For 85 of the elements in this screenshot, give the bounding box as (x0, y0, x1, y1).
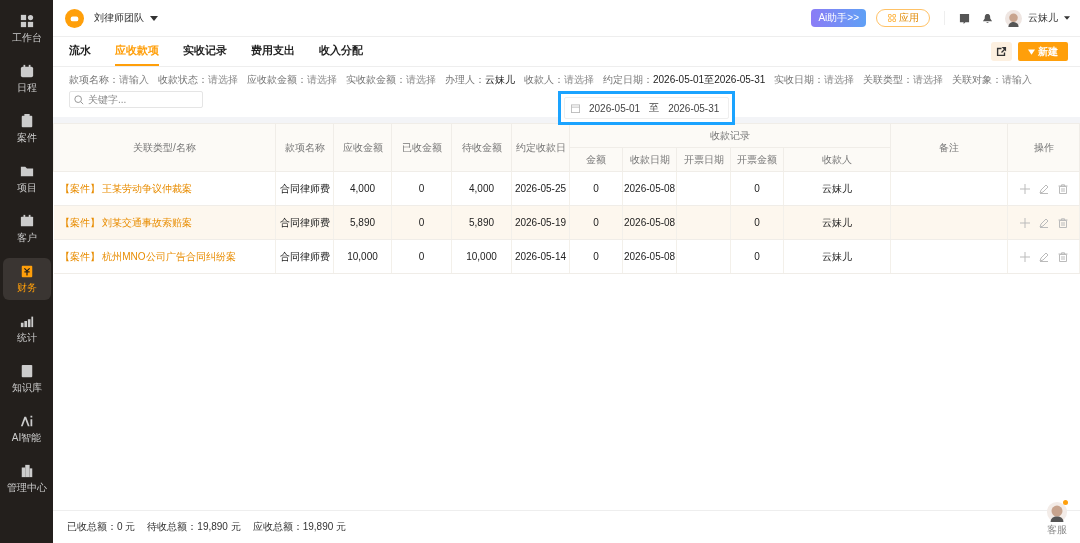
search-field[interactable]: 关键字... (69, 91, 203, 108)
table-cell: 2026-05-14 (511, 239, 570, 274)
user-menu[interactable]: 云妹儿 (1028, 11, 1058, 25)
table-cell: 4,000 (451, 171, 512, 206)
filter-value[interactable]: 云妹儿 (485, 73, 515, 87)
column-header: 待收金额 (451, 123, 512, 172)
table-cell: 2026-05-25 (511, 171, 570, 206)
filter-label: 款项名称： (69, 73, 119, 87)
filter-label: 应收款金额： (247, 73, 307, 87)
sidebar-item[interactable]: 客户 (2, 208, 51, 250)
table-cell: 10,000 (333, 239, 392, 274)
filter-label: 办理人： (445, 73, 485, 87)
sidebar-item[interactable]: 财务 (2, 258, 51, 300)
table-cell: 0 (391, 239, 452, 274)
filter-field[interactable]: 请选择 (406, 73, 436, 87)
filter-label: 约定日期： (603, 73, 653, 87)
column-header: 已收金额 (391, 123, 452, 172)
table-cell: 合同律师费 (275, 239, 334, 274)
table-cell: 5,890 (333, 205, 392, 240)
total-value: 19,890 元 (302, 520, 347, 534)
filter-field[interactable]: 请输入 (119, 73, 149, 87)
table-cell: 5,890 (451, 205, 512, 240)
total-label: 待收总额： (147, 520, 198, 534)
filter-field[interactable]: 请选择 (913, 73, 944, 87)
table-cell: 0 (730, 239, 784, 274)
filter-field[interactable]: 请选择 (208, 73, 238, 87)
table-cell: 合同律师费 (275, 205, 334, 240)
filter-label: 关联类型： (863, 73, 914, 87)
table-cell: 0 (569, 239, 623, 274)
sidebar-item[interactable]: 项目 (2, 158, 51, 200)
end-date: 2026-05-31 (668, 102, 720, 114)
sidebar-item[interactable]: 工作台 (2, 8, 51, 50)
table-cell: 云妹儿 (783, 171, 891, 206)
sidebar-item[interactable]: 日程 (2, 58, 51, 100)
table-cell: 4,000 (333, 171, 392, 206)
table-cell: 2026-05-08 (622, 205, 677, 240)
tab[interactable]: 流水 (69, 37, 91, 66)
total-value: 19,890 元 (197, 520, 241, 534)
tab[interactable]: 费用支出 (251, 37, 295, 66)
filter-field[interactable]: 请选择 (307, 73, 337, 87)
tab[interactable]: 收入分配 (319, 37, 363, 66)
team-selector[interactable]: 刘律师团队 (94, 11, 144, 25)
table-cell: 0 (569, 205, 623, 240)
table-cell: 0 (391, 171, 452, 206)
tab[interactable]: 实收记录 (183, 37, 227, 66)
table-cell: 云妹儿 (783, 205, 891, 240)
total-label: 应收总额： (252, 520, 303, 534)
table-cell: 2026-05-08 (622, 171, 677, 206)
filter-field[interactable]: 请选择 (824, 73, 855, 87)
column-header: 约定收款日 (511, 123, 570, 172)
sidebar-item[interactable]: AI智能 (2, 408, 51, 450)
column-group-header: 收款记录 (569, 123, 891, 148)
table-cell: 0 (730, 205, 784, 240)
filter-label: 收款状态： (158, 73, 208, 87)
filter-field[interactable]: 请选择 (564, 73, 594, 87)
sidebar-item[interactable]: 管理中心 (2, 458, 51, 500)
table-cell: 0 (569, 171, 623, 206)
range-separator: 至 (649, 101, 660, 115)
table-cell: 10,000 (451, 239, 512, 274)
sidebar-item[interactable]: 统计 (2, 308, 51, 350)
column-header: 应收金额 (333, 123, 392, 172)
total-value: 0 元 (117, 520, 136, 534)
table-cell: 云妹儿 (783, 239, 891, 274)
column-header: 款项名称 (275, 123, 334, 172)
sidebar-item[interactable]: 案件 (2, 108, 51, 150)
filter-label: 关联对象： (952, 73, 1003, 87)
start-date: 2026-05-01 (589, 102, 641, 114)
table-cell: 2026-05-19 (511, 205, 570, 240)
support-button[interactable]: 客服 (1046, 501, 1068, 537)
column-header: 操作 (1007, 123, 1080, 172)
column-header: 收款人 (783, 147, 891, 172)
filter-value[interactable]: 2026-05-01至2026-05-31 (653, 73, 766, 87)
filter-label: 实收款金额： (346, 73, 406, 87)
table-cell: 2026-05-08 (622, 239, 677, 274)
table-cell: 合同律师费 (275, 171, 334, 206)
table-cell: 0 (730, 171, 784, 206)
date-range-field[interactable]: 2026-05-01 至 2026-05-31 (564, 97, 729, 119)
column-header: 关联类型/名称 (53, 123, 276, 172)
column-header: 备注 (890, 123, 1008, 172)
filter-field[interactable]: 请输入 (1002, 73, 1033, 87)
sidebar-item[interactable]: 知识库 (2, 358, 51, 400)
filter-label: 实收日期： (774, 73, 825, 87)
filter-label: 收款人： (524, 73, 564, 87)
total-label: 已收总额： (67, 520, 117, 534)
table-cell: 0 (391, 205, 452, 240)
